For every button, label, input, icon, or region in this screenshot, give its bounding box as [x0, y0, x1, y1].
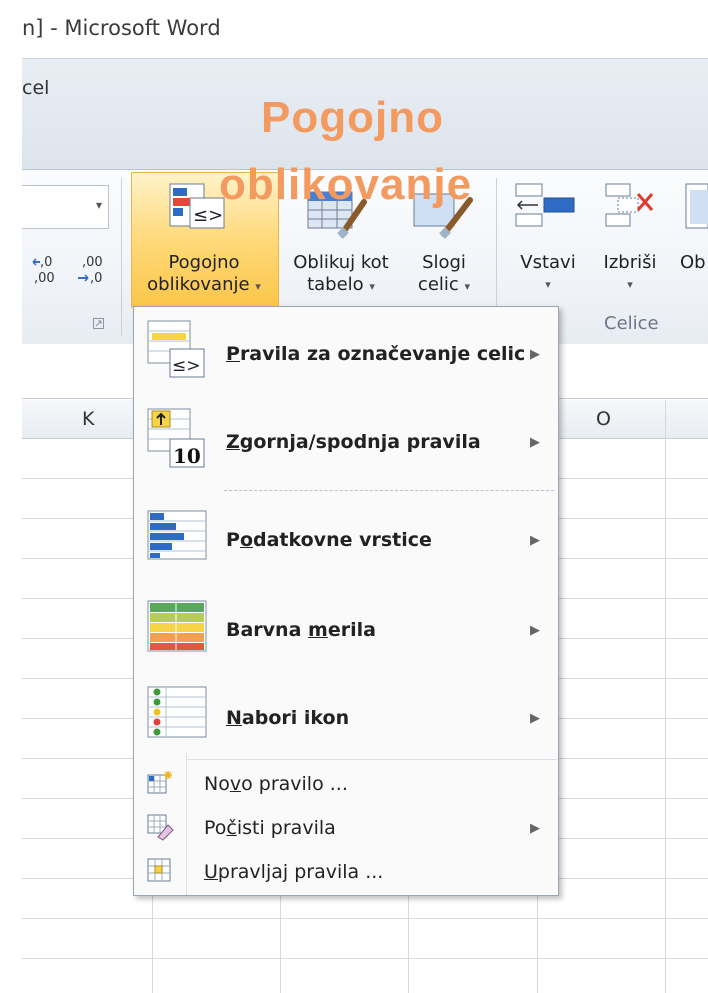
format-button[interactable]: Ob	[680, 252, 708, 274]
conditional-formatting-menu: ≤> Pravila za označevanje celic ▶ 10 Zgo…	[133, 306, 559, 896]
svg-text:,0: ,0	[40, 255, 52, 270]
menu-item-label: Podatkovne vrstice	[226, 529, 432, 551]
delete-label: Izbriši	[603, 252, 657, 273]
grid-line	[665, 400, 666, 993]
menu-item-label: Nabori ikon	[226, 707, 350, 729]
menu-command-label: Novo pravilo ...	[204, 773, 348, 795]
grid-line	[280, 894, 281, 993]
menu-item-highlight-cells-rules[interactable]: ≤> Pravila za označevanje celic ▶	[134, 307, 558, 395]
format-cells-icon	[685, 183, 708, 229]
window-title: n] - Microsoft Word	[22, 16, 221, 40]
format-as-table-button[interactable]: Oblikuj kot tabelo ▾	[282, 252, 400, 298]
menu-item-label: Pravila za označevanje celic	[226, 343, 526, 365]
submenu-arrow-icon: ▶	[530, 711, 540, 726]
submenu-arrow-icon: ▶	[530, 347, 540, 362]
clear-rules-icon	[147, 814, 174, 841]
conditional-formatting-label: Pogojno oblikovanje ▾	[131, 252, 277, 298]
highlight-cells-rules-icon: ≤>	[147, 320, 205, 378]
conditional-formatting-line1: Pogojno	[168, 252, 240, 273]
chevron-down-icon[interactable]: ▾	[96, 198, 102, 212]
svg-text:10: 10	[173, 444, 201, 468]
svg-text:≤>: ≤>	[172, 356, 201, 376]
group-divider	[121, 178, 122, 336]
cell-styles-button[interactable]: Slogi celic ▾	[408, 252, 480, 298]
menu-item-icon-sets[interactable]: Nabori ikon ▶	[134, 673, 558, 757]
format-as-table-line2: tabelo	[307, 274, 364, 295]
menu-command-label: Počisti pravila	[204, 817, 336, 839]
conditional-formatting-line2: oblikovanje	[147, 274, 250, 295]
data-bars-icon	[147, 510, 207, 560]
svg-text:,00: ,00	[82, 255, 103, 270]
menu-item-top-bottom-rules[interactable]: 10 Zgornja/spodnja pravila ▶	[134, 395, 558, 491]
menu-item-manage-rules[interactable]: Upravljaj pravila ...	[134, 853, 558, 895]
column-header-o[interactable]: O	[596, 408, 611, 430]
grid-row-line	[22, 918, 708, 919]
svg-text:,00: ,00	[34, 271, 55, 286]
chevron-down-icon: ▾	[255, 280, 261, 293]
submenu-arrow-icon: ▶	[530, 435, 540, 450]
decrease-decimal-icon: ,00 ,0	[78, 255, 103, 286]
grid-row-line	[22, 958, 708, 959]
menu-item-data-bars[interactable]: Podatkovne vrstice ▶	[134, 495, 558, 585]
insert-label: Vstavi	[520, 252, 576, 273]
overlay-title-line2: oblikovanje	[219, 160, 473, 209]
chevron-down-icon: ▾	[369, 280, 375, 293]
chevron-down-icon: ▾	[464, 280, 471, 293]
delete-button[interactable]: Izbriši ▾	[594, 252, 666, 296]
submenu-arrow-icon: ▶	[530, 533, 540, 548]
menu-separator	[224, 490, 554, 491]
chevron-down-icon: ▾	[627, 278, 633, 291]
delete-cells-icon	[605, 183, 654, 227]
chevron-down-icon: ▾	[545, 278, 551, 291]
menu-item-clear-rules[interactable]: Počisti pravila ▶	[134, 809, 558, 851]
top-bottom-rules-icon: 10	[147, 408, 205, 468]
submenu-arrow-icon: ▶	[530, 821, 540, 836]
overlay-title-line1: Pogojno	[261, 93, 444, 142]
cells-group-label: Celice	[604, 313, 659, 334]
grid-line	[408, 894, 409, 993]
increase-decimal-icon: ,0 ,00	[32, 255, 55, 286]
icon-sets-icon	[147, 686, 207, 738]
dialog-launcher-icon[interactable]	[93, 318, 105, 330]
menu-item-color-scales[interactable]: Barvna merila ▶	[134, 585, 558, 673]
insert-cells-icon	[515, 183, 575, 227]
cell-styles-line1: Slogi	[422, 252, 466, 273]
menu-item-label: Barvna merila	[226, 619, 376, 641]
submenu-arrow-icon: ▶	[530, 623, 540, 638]
menu-command-label: Upravljaj pravila ...	[204, 861, 384, 883]
format-label: Ob	[680, 252, 706, 273]
tab-partial[interactable]: cel	[22, 77, 49, 99]
number-format-combo[interactable]: ▾	[22, 185, 109, 229]
format-as-table-line1: Oblikuj kot	[293, 252, 389, 273]
increase-decimal-button[interactable]: ,0 ,00	[32, 252, 66, 288]
new-rule-icon	[147, 771, 172, 794]
menu-item-new-rule[interactable]: Novo pravilo ...	[134, 765, 558, 807]
svg-text:,0: ,0	[90, 271, 102, 286]
decrease-decimal-button[interactable]: ,00 ,0	[76, 252, 110, 288]
color-scales-icon	[147, 600, 207, 652]
manage-rules-icon	[147, 858, 171, 882]
cell-styles-line2: celic	[417, 274, 459, 295]
column-header-k[interactable]: K	[82, 408, 94, 430]
menu-separator	[186, 759, 558, 760]
title-bar: n] - Microsoft Word	[22, 0, 708, 58]
insert-button[interactable]: Vstavi ▾	[508, 252, 588, 296]
menu-item-label: Zgornja/spodnja pravila	[226, 431, 481, 453]
